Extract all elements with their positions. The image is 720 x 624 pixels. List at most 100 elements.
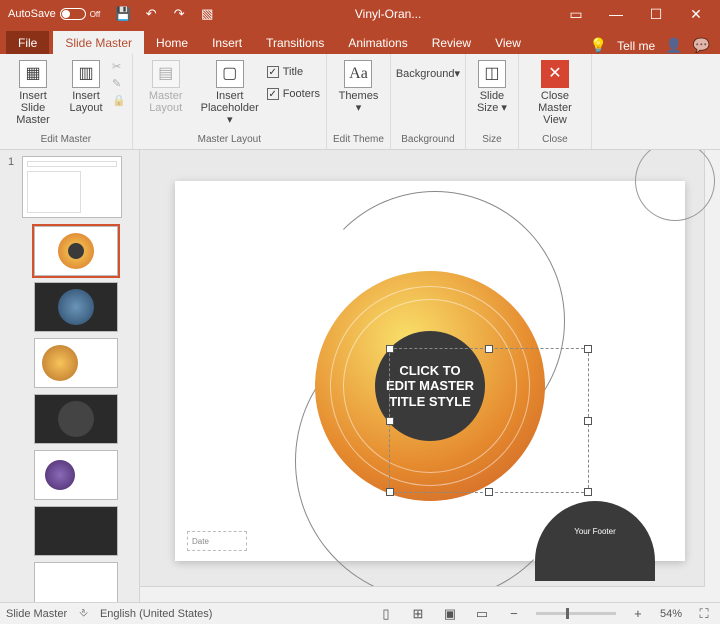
comments-icon[interactable]: 💬 — [693, 37, 710, 54]
preserve-icon[interactable]: 🔒 — [112, 94, 126, 107]
resize-handle[interactable] — [485, 345, 493, 353]
quick-access-toolbar: AutoSave Off 💾 ↶ ↷ ▧ — [4, 2, 220, 26]
insert-slide-master-label: Insert Slide Master — [6, 90, 60, 126]
title-chk-label: Title — [283, 66, 303, 78]
title-checkbox[interactable]: ✓Title — [267, 64, 320, 80]
resize-handle[interactable] — [584, 488, 592, 496]
redo-icon[interactable]: ↷ — [166, 2, 192, 26]
tell-me-icon[interactable]: 💡 — [590, 37, 607, 54]
resize-handle[interactable] — [584, 345, 592, 353]
ribbon-options-icon[interactable]: ▭ — [556, 0, 596, 28]
group-edit-master: ▦ Insert Slide Master ▥ Insert Layout ✂ … — [0, 54, 133, 149]
resize-handle[interactable] — [386, 345, 394, 353]
close-master-view-button[interactable]: ✕ Close Master View — [525, 58, 585, 126]
tab-animations[interactable]: Animations — [336, 31, 419, 54]
thumbnail-pane[interactable]: 1 — [0, 150, 140, 602]
slide-master-icon: ▦ — [19, 60, 47, 88]
layout-thumbnail-1[interactable] — [34, 226, 118, 276]
master-thumbnail[interactable] — [22, 156, 122, 218]
layout-thumbnail-6[interactable] — [34, 506, 118, 556]
edit-master-small: ✂ ✎ 🔒 — [112, 58, 126, 107]
start-slideshow-icon[interactable]: ▧ — [194, 2, 220, 26]
ribbon-tabs: File Slide Master Home Insert Transition… — [0, 28, 720, 54]
placeholder-icon: ▢ — [216, 60, 244, 88]
zoom-level[interactable]: 54% — [660, 608, 682, 620]
rename-icon[interactable]: ✎ — [112, 77, 126, 90]
undo-icon[interactable]: ↶ — [138, 2, 164, 26]
group-label: Close — [542, 132, 568, 147]
group-master-layout: ▤ Master Layout ▢ Insert Placeholder ▾ ✓… — [133, 54, 327, 149]
resize-handle[interactable] — [485, 488, 493, 496]
resize-handle[interactable] — [386, 417, 394, 425]
group-label: Background — [401, 132, 454, 147]
layout-thumbnail-3[interactable] — [34, 338, 118, 388]
spellcheck-icon[interactable]: ⎀ — [79, 607, 88, 620]
slide-canvas[interactable]: CLICK TO EDIT MASTER TITLE STYLE Your Fo… — [175, 181, 685, 561]
insert-layout-button[interactable]: ▥ Insert Layout — [64, 58, 108, 114]
layout-thumbnail-7[interactable] — [34, 562, 118, 602]
tell-me-label[interactable]: Tell me — [617, 39, 655, 53]
group-label: Size — [482, 132, 501, 147]
tab-insert[interactable]: Insert — [200, 31, 254, 54]
zoom-in-button[interactable]: + — [628, 606, 648, 621]
toggle-switch-icon — [60, 8, 86, 20]
tab-transitions[interactable]: Transitions — [254, 31, 336, 54]
footers-chk-label: Footers — [283, 88, 320, 100]
themes-label: Themes▾ — [339, 90, 379, 114]
tab-review[interactable]: Review — [420, 31, 483, 54]
slide-editor[interactable]: CLICK TO EDIT MASTER TITLE STYLE Your Fo… — [140, 150, 720, 602]
title-bar: AutoSave Off 💾 ↶ ↷ ▧ Vinyl-Oran... ▭ — ☐… — [0, 0, 720, 28]
window-controls: ▭ — ☐ ✕ — [556, 0, 716, 28]
minimize-icon[interactable]: — — [596, 0, 636, 28]
save-icon[interactable]: 💾 — [110, 2, 136, 26]
group-label: Edit Theme — [333, 132, 384, 147]
layout-thumbnail-2[interactable] — [34, 282, 118, 332]
autosave-toggle[interactable]: AutoSave Off — [8, 8, 100, 20]
slide-size-icon: ◫ — [478, 60, 506, 88]
layout-thumbnail-5[interactable] — [34, 450, 118, 500]
slide-size-button[interactable]: ◫ Slide Size ▾ — [472, 58, 512, 114]
fit-to-window-icon[interactable]: ⛶ — [694, 606, 714, 622]
reading-view-icon[interactable]: ▣ — [440, 606, 460, 622]
maximize-icon[interactable]: ☐ — [636, 0, 676, 28]
autosave-label: AutoSave — [8, 8, 56, 20]
date-placeholder[interactable]: Date — [187, 531, 247, 551]
themes-button[interactable]: Aa Themes▾ — [333, 58, 383, 114]
slideshow-view-icon[interactable]: ▭ — [472, 606, 492, 622]
close-icon[interactable]: ✕ — [676, 0, 716, 28]
group-edit-theme: Aa Themes▾ Edit Theme — [327, 54, 391, 149]
delete-icon[interactable]: ✂ — [112, 60, 126, 73]
group-close: ✕ Close Master View Close — [519, 54, 592, 149]
insert-slide-master-button[interactable]: ▦ Insert Slide Master — [6, 58, 60, 126]
master-layout-button: ▤ Master Layout — [139, 58, 193, 114]
tab-home[interactable]: Home — [144, 31, 200, 54]
slide-size-label: Slide Size ▾ — [472, 90, 512, 114]
ribbon: ▦ Insert Slide Master ▥ Insert Layout ✂ … — [0, 54, 720, 150]
selection-box[interactable] — [389, 348, 589, 493]
tab-file[interactable]: File — [6, 31, 49, 54]
themes-icon: Aa — [344, 60, 372, 88]
insert-placeholder-button[interactable]: ▢ Insert Placeholder ▾ — [197, 58, 263, 126]
footers-checkbox[interactable]: ✓Footers — [267, 86, 320, 102]
zoom-out-button[interactable]: − — [504, 606, 524, 621]
insert-placeholder-label: Insert Placeholder ▾ — [197, 90, 263, 126]
sorter-view-icon[interactable]: ⊞ — [408, 606, 428, 622]
background-button[interactable]: Background ▾ — [397, 58, 459, 88]
resize-handle[interactable] — [584, 417, 592, 425]
layout-thumbnail-4[interactable] — [34, 394, 118, 444]
zoom-slider[interactable] — [536, 612, 616, 615]
account-icon[interactable]: 👤 — [665, 37, 682, 54]
tab-slide-master[interactable]: Slide Master — [53, 31, 144, 54]
normal-view-icon[interactable]: ▯ — [376, 606, 396, 622]
resize-handle[interactable] — [386, 488, 394, 496]
status-language[interactable]: English (United States) — [100, 608, 213, 620]
footer-text: Your Footer — [574, 527, 616, 536]
group-label: Master Layout — [198, 132, 261, 147]
insert-layout-label: Insert Layout — [64, 90, 108, 114]
close-x-icon: ✕ — [541, 60, 569, 88]
group-label: Edit Master — [41, 132, 92, 147]
date-text: Date — [192, 537, 209, 546]
content-area: 1 CLICK TO EDIT MASTER TITLE STYLE — [0, 150, 720, 602]
tab-view[interactable]: View — [483, 31, 533, 54]
checkbox-stack: ✓Title ✓Footers — [267, 58, 320, 102]
